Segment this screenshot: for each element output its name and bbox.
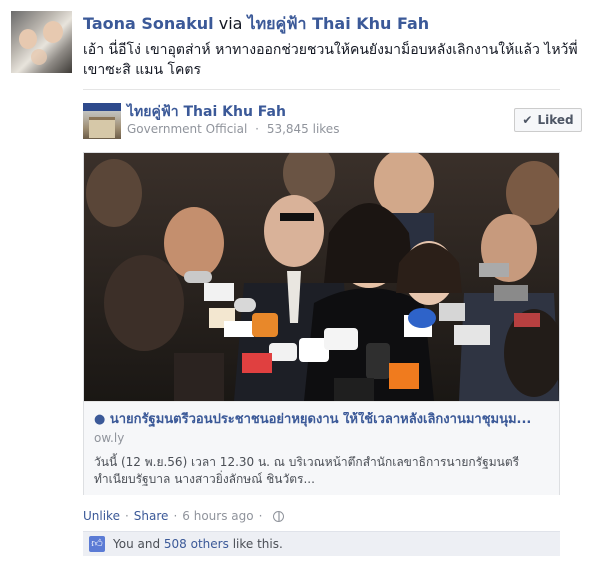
via-page-link[interactable]: ไทยคู่ฟ้า Thai Khu Fah (248, 14, 430, 33)
likes-suffix: like this. (232, 537, 283, 551)
shared-page-name[interactable]: ไทยคู่ฟ้า Thai Khu Fah (127, 103, 286, 121)
link-domain: ow.ly (94, 431, 125, 445)
page-likes-count: 53,845 likes (266, 122, 340, 136)
action-separator: · (258, 509, 263, 523)
likes-summary: 👍︎ You and 508 others like this. (83, 531, 560, 556)
checkmark-icon: ✔ (522, 113, 533, 127)
meta-separator: · (255, 122, 259, 136)
link-preview-card[interactable]: ● นายกรัฐมนตรีวอนประชาชนอย่าหยุดงาน ให้ใ… (83, 152, 560, 495)
likes-others-link[interactable]: 508 others (164, 532, 229, 556)
via-text: via (218, 14, 243, 33)
link-preview-photo[interactable] (84, 153, 559, 401)
divider (83, 89, 560, 90)
share-link[interactable]: Share (134, 508, 169, 524)
post-timestamp[interactable]: 6 hours ago (182, 508, 253, 524)
action-separator: · (173, 509, 178, 523)
page-thumbnail[interactable] (83, 103, 121, 139)
thumbs-up-icon: 👍︎ (89, 536, 105, 552)
post-message: เอ้า นี่อีโง่ เขาอุตส่าห์ หาทางออกช่วยชว… (83, 42, 578, 78)
liked-button[interactable]: ✔ Liked (514, 108, 582, 132)
page-category: Government Official (127, 122, 248, 136)
likes-prefix: You and (113, 537, 161, 551)
link-description: วันนี้ (12 พ.ย.56) เวลา 12.30 น. ณ บริเว… (94, 455, 520, 486)
globe-icon[interactable] (273, 510, 285, 522)
author-name[interactable]: Taona Sonakul (83, 14, 214, 33)
page-meta: Government Official · 53,845 likes (127, 121, 339, 137)
author-avatar[interactable] (11, 11, 72, 73)
post-actions: Unlike · Share · 6 hours ago · (83, 508, 285, 524)
link-title[interactable]: ● นายกรัฐมนตรีวอนประชาชนอย่าหยุดงาน ให้ใ… (94, 412, 554, 428)
post-header: Taona Sonakul via ไทยคู่ฟ้า Thai Khu Fah (83, 14, 603, 34)
unlike-link[interactable]: Unlike (83, 508, 120, 524)
action-separator: · (124, 509, 129, 523)
liked-label: Liked (537, 113, 574, 127)
link-text-area[interactable]: ● นายกรัฐมนตรีวอนประชาชนอย่าหยุดงาน ให้ใ… (84, 401, 559, 495)
